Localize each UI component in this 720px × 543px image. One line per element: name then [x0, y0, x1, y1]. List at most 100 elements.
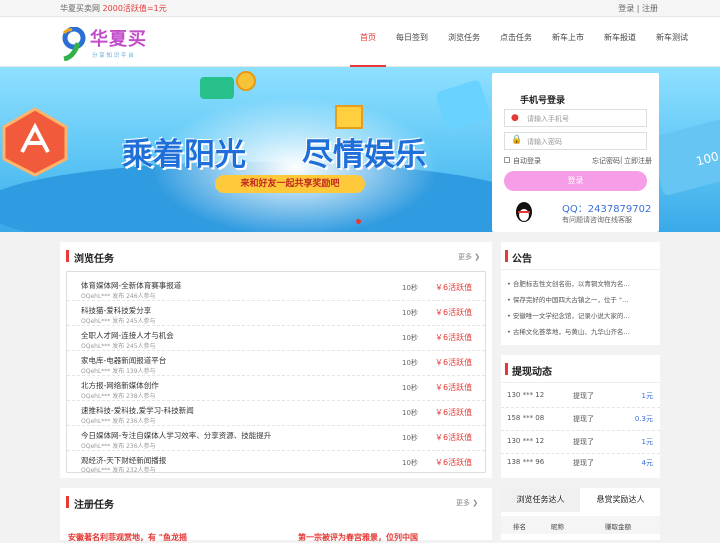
phone-field[interactable]: ● 请输入手机号 [504, 109, 647, 127]
task-reward: ￥6活跃值 [435, 308, 473, 317]
top-bar-right: 登录 | 注册 [618, 3, 658, 14]
logo-mark-icon [62, 27, 86, 61]
withdraw-action: 提现了 [573, 415, 594, 423]
task-reward: ￥6活跃值 [435, 333, 473, 342]
more-arrow-icon: ❯ [472, 499, 479, 507]
nickname-col: 昵称 [551, 523, 564, 531]
task-row[interactable]: 全职人才网-连接人才与机会 OQehL*** 发布 245人参与 10秒 ￥6活… [67, 326, 485, 351]
banner-headline-2: 尽情娱乐 [302, 137, 426, 173]
login-title: 手机号登录 [520, 96, 566, 106]
notice-item[interactable]: • 合肥标志性文创名街，以青铜文物为名… [507, 278, 630, 288]
top-login-link[interactable]: 登录 [618, 4, 634, 13]
withdraw-user: 158 *** 08 [507, 414, 545, 422]
nav-daily-checkin[interactable]: 每日签到 [386, 17, 438, 67]
section-marker [66, 250, 69, 262]
task-duration: 10秒 [402, 334, 418, 342]
section-marker [505, 363, 508, 375]
task-name[interactable]: 今日媒体网-专注自媒体人学习效率、分享资源、技能提升 [81, 430, 271, 441]
task-meta: OQehL*** 发布 238人参与 [81, 393, 156, 400]
auto-login-checkbox[interactable] [504, 157, 510, 163]
header: 华夏买 分 享 知 识 平 台 首页 每日签到 浏览任务 点击任务 新车上市 新… [0, 17, 720, 67]
task-row[interactable]: 北方报-网络新媒体创作 OQehL*** 发布 238人参与 10秒 ￥6活跃值 [67, 376, 485, 401]
task-meta: OQehL*** 发布 246人参与 [81, 293, 156, 300]
withdraw-row: 138 *** 96 提现了 4元 [501, 454, 660, 477]
browse-task-title: 浏览任务 [74, 254, 114, 265]
login-button[interactable]: 登录 [504, 171, 647, 191]
logo-slogan: 分 享 知 识 平 台 [92, 53, 134, 59]
task-reward: ￥6活跃值 [435, 433, 473, 442]
qq-penguin-icon[interactable] [514, 201, 534, 223]
withdraw-amount: 4元 [641, 459, 653, 467]
task-meta: OQehL*** 发布 236人参与 [81, 418, 156, 425]
nav-car-reports[interactable]: 新车报道 [594, 17, 646, 67]
tab-reward-experts[interactable]: 悬赏奖励达人 [581, 488, 660, 512]
task-row[interactable]: 体育媒体网-全新体育赛事报道 OQehL*** 发布 246人参与 10秒 ￥6… [67, 276, 485, 301]
task-row[interactable]: 家电库-电器新闻报道平台 OQehL*** 发布 139人参与 10秒 ￥6活跃… [67, 351, 485, 376]
register-more-link[interactable]: 更多 ❯ [456, 498, 478, 508]
register-task-title: 注册任务 [74, 500, 114, 511]
withdraw-row: 130 *** 12 提现了 1元 [501, 431, 660, 454]
task-reward: ￥6活跃值 [435, 283, 473, 292]
notice-item[interactable]: • 安徽唯一文学纪念馆，记录小说大家的… [507, 310, 630, 320]
task-name[interactable]: 科技猫-爱科技爱分享 [81, 305, 151, 316]
promo-text: 2000活跃值=1元 [102, 4, 167, 13]
task-reward: ￥6活跃值 [435, 408, 473, 417]
task-meta: OQehL*** 发布 232人参与 [81, 467, 156, 474]
task-name[interactable]: 全职人才网-连接人才与机会 [81, 330, 174, 341]
bank-card-graphic: 100 [648, 117, 720, 197]
medal-icon [2, 107, 68, 177]
notice-item[interactable]: • 保存完好的中国四大古镇之一，位于 "… [507, 294, 628, 304]
task-row[interactable]: 速推科技-爱科技,爱学习-科技新闻 OQehL*** 发布 236人参与 10秒… [67, 401, 485, 426]
task-row[interactable]: 今日媒体网-专注自媒体人学习效率、分享资源、技能提升 OQehL*** 发布 2… [67, 426, 485, 451]
browse-more-link[interactable]: 更多 ❯ [458, 252, 480, 262]
notice-panel: 公告 • 合肥标志性文创名街，以青铜文物为名… • 保存完好的中国四大古镇之一，… [501, 242, 660, 345]
browse-task-panel: 浏览任务 更多 ❯ 体育媒体网-全新体育赛事报道 OQehL*** 发布 246… [60, 242, 492, 478]
withdraw-divider [501, 382, 660, 383]
top-register-link[interactable]: 注册 [642, 4, 658, 13]
top-bar: 华夏买卖网 2000活跃值=1元 登录 | 注册 [0, 0, 720, 17]
nav-home[interactable]: 首页 [350, 17, 386, 67]
nav-browse-tasks[interactable]: 浏览任务 [438, 17, 490, 67]
gift-box-icon [335, 105, 363, 129]
register-task-item[interactable]: 第一宗被评为春宫雅景，位列中国 [298, 532, 418, 543]
forgot-password-link[interactable]: 忘记密码 [592, 156, 620, 166]
notice-item[interactable]: • 古稀文化荟萃地，与黄山、九华山齐名… [507, 326, 630, 336]
site-logo[interactable]: 华夏买 分 享 知 识 平 台 [60, 25, 170, 61]
register-task-item[interactable]: 安徽著名利菲观赏地，有 "鱼龙摇 [68, 532, 187, 543]
register-task-panel: 注册任务 更多 ❯ 安徽著名利菲观赏地，有 "鱼龙摇 第一宗被评为春宫雅景，位列… [60, 488, 492, 543]
section-marker [66, 496, 69, 508]
ranking-panel: 浏览任务达人 悬赏奖励达人 排名 昵称 赚取金额 [501, 488, 660, 540]
phone-placeholder: 请输入手机号 [527, 115, 569, 123]
task-duration: 10秒 [402, 409, 418, 417]
task-row[interactable]: 科技猫-爱科技爱分享 OQehL*** 发布 245人参与 10秒 ￥6活跃值 [67, 301, 485, 326]
password-field[interactable]: 🔒 请输入密码 [504, 132, 647, 150]
register-now-link[interactable]: 立即注册 [624, 156, 652, 166]
task-duration: 10秒 [402, 459, 418, 467]
qq-note: 有问题请咨询在线客服 [562, 216, 632, 224]
task-name[interactable]: 速推科技-爱科技,爱学习-科技新闻 [81, 405, 194, 416]
qq-number[interactable]: QQ：2437879702 [562, 200, 651, 215]
top-separator: | [636, 4, 640, 13]
task-row[interactable]: 观经济-天下财经新闻播报 OQehL*** 发布 232人参与 10秒 ￥6活跃… [67, 451, 485, 474]
task-name[interactable]: 家电库-电器新闻报道平台 [81, 355, 166, 366]
withdraw-amount: 0.3元 [634, 415, 653, 423]
withdraw-action: 提现了 [573, 438, 594, 446]
carousel-dot[interactable] [356, 219, 361, 224]
nav-click-tasks[interactable]: 点击任务 [490, 17, 542, 67]
nav-new-cars[interactable]: 新车上市 [542, 17, 594, 67]
lock-icon: 🔒 [511, 135, 523, 145]
notice-title: 公告 [512, 254, 532, 265]
browse-task-list: 体育媒体网-全新体育赛事报道 OQehL*** 发布 246人参与 10秒 ￥6… [66, 271, 486, 474]
task-duration: 10秒 [402, 384, 418, 392]
task-name[interactable]: 北方报-网络新媒体创作 [81, 380, 159, 391]
withdraw-user: 130 *** 12 [507, 437, 545, 445]
withdraw-action: 提现了 [573, 459, 594, 467]
task-name[interactable]: 体育媒体网-全新体育赛事报道 [81, 280, 181, 291]
more-arrow-icon: ❯ [474, 253, 481, 261]
nav-car-tests[interactable]: 新车测试 [646, 17, 698, 67]
task-duration: 10秒 [402, 309, 418, 317]
tab-browse-experts[interactable]: 浏览任务达人 [501, 488, 580, 512]
task-duration: 10秒 [402, 434, 418, 442]
site-name[interactable]: 华夏买卖网 [60, 4, 100, 13]
withdraw-title: 提现动态 [512, 367, 552, 378]
